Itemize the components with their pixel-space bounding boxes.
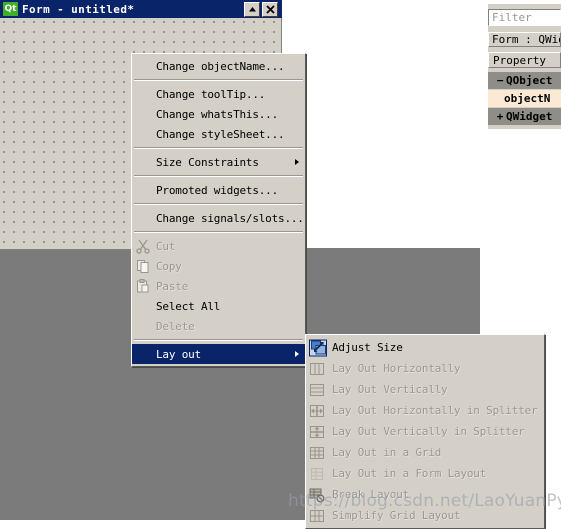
submenu-item-adjust-size[interactable]: Adjust Size [306, 337, 544, 358]
submenu-item-lay-out-vertically: Lay Out Vertically [306, 379, 544, 400]
submenu-item-lay-out-horizontally: Lay Out Horizontally [306, 358, 544, 379]
property-editor-panel: Filter Form : QWidg Property −QObject obj… [488, 4, 561, 129]
expand-icon[interactable]: + [494, 110, 506, 123]
property-row-label: QWidget [506, 110, 553, 123]
menu-item-label: Change whatsThis... [156, 107, 279, 121]
layout-form-icon [309, 466, 325, 482]
layout-submenu: Adjust Size Lay Out Horizontally Lay Out V… [305, 334, 545, 529]
qt-logo-icon: Qt [3, 2, 18, 16]
menu-separator [134, 339, 303, 341]
menu-item-label: Lay out [156, 347, 201, 361]
submenu-arrow-icon [295, 159, 299, 165]
selected-object-label: Form : QWidg [488, 32, 561, 47]
submenu-item-lay-out-vertically-in-splitter: Lay Out Vertically in Splitter [306, 421, 544, 442]
menu-item-label: Select All [156, 299, 221, 313]
submenu-item-label: Lay Out Horizontally [332, 362, 461, 375]
submenu-item-label: Lay Out in a Form Layout [332, 467, 487, 480]
submenu-item-label: Lay Out Horizontally in Splitter [332, 404, 538, 417]
submenu-item-label: Lay Out in a Grid [332, 446, 442, 459]
submenu-item-label: Simplify Grid Layout [332, 509, 461, 522]
simplify-grid-icon [309, 508, 325, 524]
menu-item-change-objectname[interactable]: Change objectName... [132, 56, 305, 76]
form-title-bar[interactable]: Qt Form - untitled* [0, 0, 282, 18]
filter-input[interactable]: Filter [488, 9, 561, 26]
menu-separator [134, 231, 303, 233]
window-buttons [244, 1, 281, 17]
menu-item-label: Change styleSheet... [156, 127, 285, 141]
property-editor-empty-area [488, 129, 561, 147]
submenu-item-lay-out-horizontally-in-splitter: Lay Out Horizontally in Splitter [306, 400, 544, 421]
property-row-label: QObject [506, 74, 553, 87]
menu-item-change-signals-slots[interactable]: Change signals/slots... [132, 208, 305, 228]
menu-item-label: Size Constraints [156, 155, 259, 169]
close-icon[interactable] [262, 1, 278, 17]
menu-item-cut: Cut [132, 236, 305, 256]
menu-separator [134, 147, 303, 149]
submenu-item-lay-out-in-a-form-layout: Lay Out in a Form Layout [306, 463, 544, 484]
property-row-qwidget[interactable]: + QWidget [488, 108, 561, 125]
submenu-item-label: Break Layout [332, 488, 410, 501]
menu-item-change-stylesheet[interactable]: Change styleSheet... [132, 124, 305, 144]
splitter-horizontal-icon [309, 403, 325, 419]
menu-item-label: Copy [156, 259, 182, 273]
layout-grid-icon [309, 445, 325, 461]
menu-item-label: Delete [156, 319, 195, 333]
form-window-title: Form - untitled* [22, 2, 135, 16]
menu-separator [134, 79, 303, 81]
menu-separator [134, 175, 303, 177]
collapse-icon[interactable]: − [494, 74, 506, 87]
property-row-label: objectN [504, 92, 551, 105]
submenu-item-label: Lay Out Vertically in Splitter [332, 425, 525, 438]
layout-horizontal-icon [309, 361, 325, 377]
menu-item-paste: Paste [132, 276, 305, 296]
menu-item-lay-out[interactable]: Lay out [132, 344, 305, 364]
menu-item-label: Cut [156, 239, 176, 253]
menu-item-select-all[interactable]: Select All [132, 296, 305, 316]
maximize-icon[interactable] [244, 1, 260, 17]
submenu-item-label: Adjust Size [332, 341, 403, 354]
submenu-item-simplify-grid-layout: Simplify Grid Layout [306, 505, 544, 526]
copy-pages-icon [135, 258, 151, 274]
menu-item-change-tooltip[interactable]: Change toolTip... [132, 84, 305, 104]
menu-item-label: Promoted widgets... [156, 183, 279, 197]
submenu-item-label: Lay Out Vertically [332, 383, 448, 396]
splitter-vertical-icon [309, 424, 325, 440]
paste-clipboard-icon [135, 278, 151, 294]
submenu-arrow-icon [295, 351, 299, 357]
menu-item-label: Paste [156, 279, 189, 293]
property-column-header[interactable]: Property [488, 52, 561, 68]
submenu-item-lay-out-in-a-grid: Lay Out in a Grid [306, 442, 544, 463]
property-row-objectn[interactable]: objectN [488, 90, 561, 107]
menu-item-size-constraints[interactable]: Size Constraints [132, 152, 305, 172]
menu-item-label: Change toolTip... [156, 87, 266, 101]
menu-separator [134, 203, 303, 205]
scissors-icon [135, 238, 151, 254]
widget-context-menu: Change objectName... Change toolTip... Cha… [131, 53, 306, 367]
menu-item-delete: Delete [132, 316, 305, 336]
adjust-size-icon [309, 339, 327, 356]
layout-vertical-icon [309, 382, 325, 398]
break-layout-icon [309, 487, 325, 503]
menu-item-copy: Copy [132, 256, 305, 276]
submenu-item-break-layout: Break Layout [306, 484, 544, 505]
menu-item-label: Change objectName... [156, 59, 285, 73]
menu-item-change-whatsthis[interactable]: Change whatsThis... [132, 104, 305, 124]
menu-item-promoted-widgets[interactable]: Promoted widgets... [132, 180, 305, 200]
menu-item-label: Change signals/slots... [156, 211, 304, 225]
property-row-qobject[interactable]: − QObject [488, 72, 561, 89]
